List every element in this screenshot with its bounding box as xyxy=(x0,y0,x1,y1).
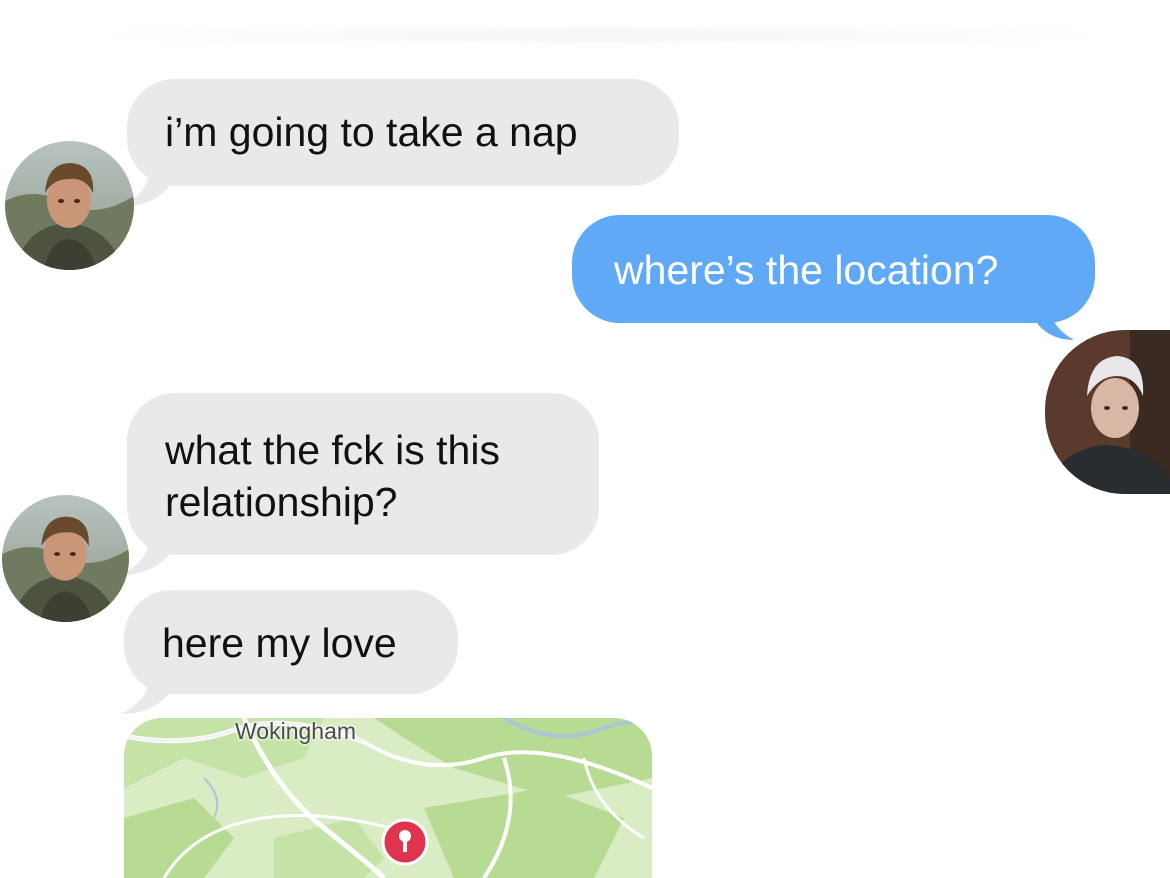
location-map-card[interactable]: Wokingham xyxy=(124,718,652,878)
message-bubble-incoming[interactable]: i’m going to take a nap xyxy=(127,79,679,186)
contact-avatar[interactable] xyxy=(5,141,134,270)
message-text: here my love xyxy=(162,620,397,666)
message-text-line-1: what the fck is this xyxy=(165,427,500,473)
user-avatar[interactable] xyxy=(1045,330,1170,494)
message-text: where’s the location? xyxy=(614,247,999,293)
map-place-label: Wokingham xyxy=(235,718,357,744)
top-edge-shadow xyxy=(100,28,1100,42)
message-bubble-incoming[interactable]: here my love xyxy=(124,590,458,694)
message-bubble-incoming[interactable]: what the fck is this relationship? xyxy=(127,393,599,555)
message-text: i’m going to take a nap xyxy=(165,109,578,155)
map-pin-icon[interactable] xyxy=(381,818,429,866)
contact-avatar[interactable] xyxy=(2,495,129,622)
message-text-line-2: relationship? xyxy=(165,479,398,525)
message-bubble-outgoing[interactable]: where’s the location? xyxy=(572,215,1095,323)
message-thread: i’m going to take a nap where’s the loca… xyxy=(0,0,1170,878)
